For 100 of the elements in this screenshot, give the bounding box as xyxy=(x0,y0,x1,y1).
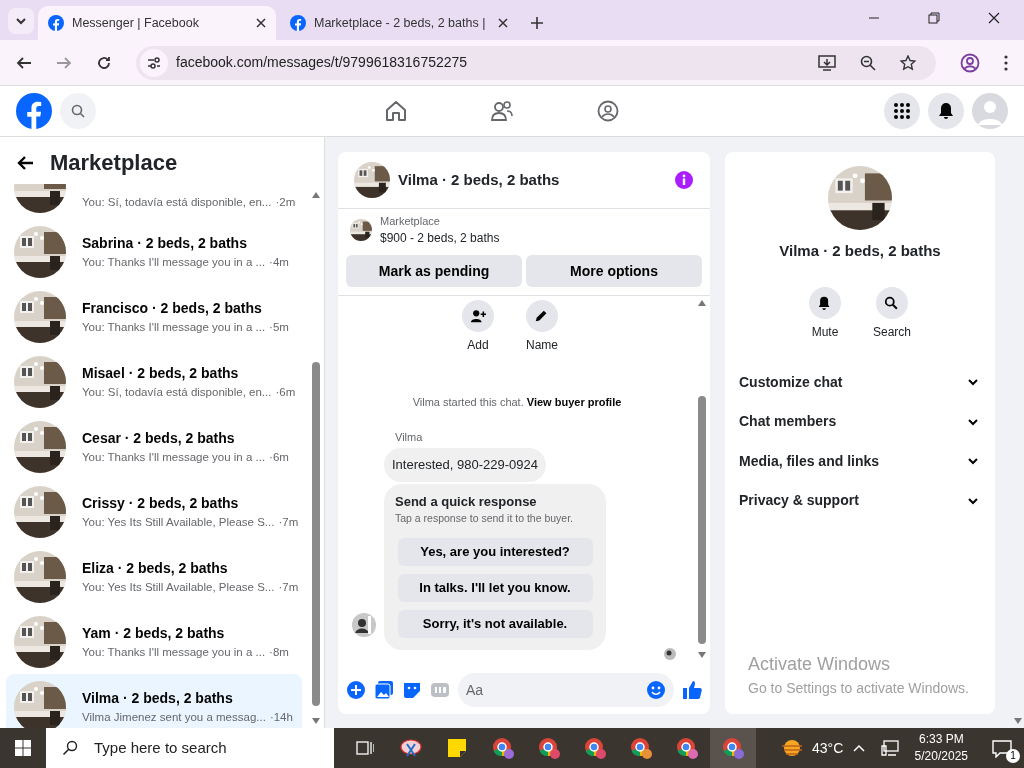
browser-tab[interactable]: Messenger | Facebook xyxy=(38,6,276,40)
activation-title: Activate Windows xyxy=(748,653,892,676)
mark-pending-button[interactable]: Mark as pending xyxy=(346,255,522,287)
browser-icon[interactable] xyxy=(584,737,606,759)
message-preview: You: Yes Its Still Available, Please S... xyxy=(82,514,275,530)
buyer-profile-link[interactable]: View buyer profile xyxy=(526,396,622,408)
windows-start-icon[interactable] xyxy=(15,740,31,756)
add-button[interactable] xyxy=(462,300,494,332)
quick-response-option[interactable]: In talks. I'll let you know. xyxy=(397,573,593,602)
url-text: facebook.com/messages/t/9799618316752275 xyxy=(176,53,469,72)
action-label: Name xyxy=(526,337,558,354)
reload-icon[interactable] xyxy=(96,54,112,71)
conversation-item[interactable]: Eliza · 2 beds, 2 baths You: Yes Its Still Available, Please S... ·7m xyxy=(6,544,302,610)
conversation-item[interactable]: Sabrina · 2 beds, 2 baths You: Thanks I'll message you in a ... ·4m xyxy=(6,219,302,285)
input-placeholder: Aa xyxy=(466,680,485,700)
sender-name: Vilma xyxy=(395,429,424,445)
tab-list-button[interactable] xyxy=(8,8,34,34)
notifications-button[interactable] xyxy=(928,93,964,129)
clock-date[interactable]: 5/20/2025 xyxy=(914,748,968,765)
install-icon[interactable] xyxy=(818,54,836,71)
scroll-down-icon[interactable] xyxy=(698,652,706,658)
message-preview: You: Thanks I'll message you in a ... xyxy=(82,449,266,465)
message-preview: You: Thanks I'll message you in a ... xyxy=(82,319,266,335)
temperature[interactable]: 43°C xyxy=(812,737,844,759)
conversation-item[interactable]: Vilma · 2 beds, 2 baths Vilma Jimenez sent you a messag... ·14h xyxy=(6,674,302,728)
taskbar-search[interactable]: Type here to search xyxy=(46,728,334,768)
snipping-tool-icon[interactable] xyxy=(399,738,423,758)
conversation-name: Eliza · 2 beds, 2 baths xyxy=(82,558,229,578)
site-settings-icon[interactable] xyxy=(147,55,161,70)
bell-icon xyxy=(938,102,954,120)
search-icon xyxy=(71,104,85,118)
message-preview: You: Sí, todavía está disponible, en... xyxy=(82,384,272,400)
scroll-down-icon[interactable] xyxy=(1014,718,1022,724)
bookmark-star-icon[interactable] xyxy=(900,54,916,71)
activation-hint: Go to Settings to activate Windows. xyxy=(748,679,969,698)
photo-icon[interactable] xyxy=(374,680,394,700)
section-row[interactable]: Chat members xyxy=(725,402,995,442)
close-icon[interactable] xyxy=(498,18,508,28)
groups-icon[interactable] xyxy=(597,100,619,122)
search-button[interactable] xyxy=(876,286,908,319)
section-row[interactable]: Media, files and links xyxy=(725,441,995,481)
message-time: ·5m xyxy=(269,319,289,335)
more-icon[interactable] xyxy=(1004,54,1008,71)
notification-count: 1 xyxy=(1006,749,1020,763)
emoji-icon[interactable] xyxy=(646,680,666,700)
more-options-button[interactable]: More options xyxy=(526,255,702,287)
forward-icon[interactable] xyxy=(56,54,72,71)
address-bar[interactable]: facebook.com/messages/t/9799618316752275 xyxy=(136,45,936,80)
conversation-item[interactable]: You: Sí, todavía está disponible, en... ·2m xyxy=(6,184,302,220)
conversation-item[interactable]: Francisco · 2 beds, 2 baths You: Thanks I'll message you in a ... ·5m xyxy=(6,284,302,350)
weather-sun-icon[interactable] xyxy=(780,738,804,758)
facebook-logo-icon xyxy=(290,15,306,31)
scroll-down-icon[interactable] xyxy=(312,718,320,724)
info-icon[interactable] xyxy=(674,170,694,190)
plus-circle-icon[interactable] xyxy=(346,680,366,700)
chevron-up-icon[interactable] xyxy=(852,744,865,752)
scroll-up-icon[interactable] xyxy=(312,192,320,199)
message-time: ·4m xyxy=(269,254,289,270)
quick-response-option[interactable]: Sorry, it's not available. xyxy=(397,609,593,638)
close-icon[interactable] xyxy=(256,18,266,28)
task-view-icon[interactable] xyxy=(356,740,374,756)
clock-time[interactable]: 6:33 PM xyxy=(914,731,968,748)
zoom-icon[interactable] xyxy=(860,54,876,71)
restore-icon[interactable] xyxy=(928,12,940,24)
conversation-name: Misael · 2 beds, 2 baths xyxy=(82,363,240,383)
conversation-item[interactable]: Yam · 2 beds, 2 baths You: Thanks I'll message you in a ... ·8m xyxy=(6,609,302,675)
like-icon[interactable] xyxy=(682,680,702,700)
tab-title: Marketplace - 2 beds, 2 baths | xyxy=(314,14,487,32)
browser-icon[interactable] xyxy=(722,737,744,759)
browser-icon[interactable] xyxy=(630,737,652,759)
browser-icon[interactable] xyxy=(492,737,514,759)
close-icon[interactable] xyxy=(988,12,1000,24)
message-input[interactable]: Aa xyxy=(458,673,674,707)
home-icon[interactable] xyxy=(385,100,407,122)
name-button[interactable] xyxy=(526,300,558,332)
message-time: ·7m xyxy=(278,579,299,595)
new-tab-icon[interactable] xyxy=(530,16,544,31)
scrollbar[interactable] xyxy=(697,300,707,658)
scroll-up-icon[interactable] xyxy=(698,300,706,306)
conversation-item[interactable]: Crissy · 2 beds, 2 baths You: Yes Its Still Available, Please S... ·7m xyxy=(6,479,302,545)
sticky-notes-icon[interactable] xyxy=(447,738,467,758)
section-row[interactable]: Customize chat xyxy=(725,362,995,402)
message-icon xyxy=(992,739,1012,758)
browser-tab[interactable]: Marketplace - 2 beds, 2 baths | xyxy=(280,6,518,40)
profile-icon[interactable] xyxy=(960,52,980,73)
scrollbar[interactable] xyxy=(311,192,321,724)
conversation-item[interactable]: Misael · 2 beds, 2 baths You: Sí, todavía está disponible, en... ·6m xyxy=(6,349,302,415)
mute-button[interactable] xyxy=(809,286,841,319)
sticker-icon[interactable] xyxy=(402,680,422,700)
section-row[interactable]: Privacy & support xyxy=(725,481,995,521)
back-arrow-icon[interactable] xyxy=(16,154,34,171)
menu-button[interactable] xyxy=(884,93,920,129)
network-icon[interactable] xyxy=(880,740,899,756)
quick-response-option[interactable]: Yes, are you interested? xyxy=(397,537,593,566)
friends-icon[interactable] xyxy=(491,100,513,122)
search-icon xyxy=(62,740,78,756)
conversation-item[interactable]: Cesar · 2 beds, 2 baths You: Thanks I'll message you in a ... ·6m xyxy=(6,414,302,480)
back-icon[interactable] xyxy=(16,54,32,71)
browser-icon[interactable] xyxy=(538,737,560,759)
browser-icon[interactable] xyxy=(676,737,698,759)
